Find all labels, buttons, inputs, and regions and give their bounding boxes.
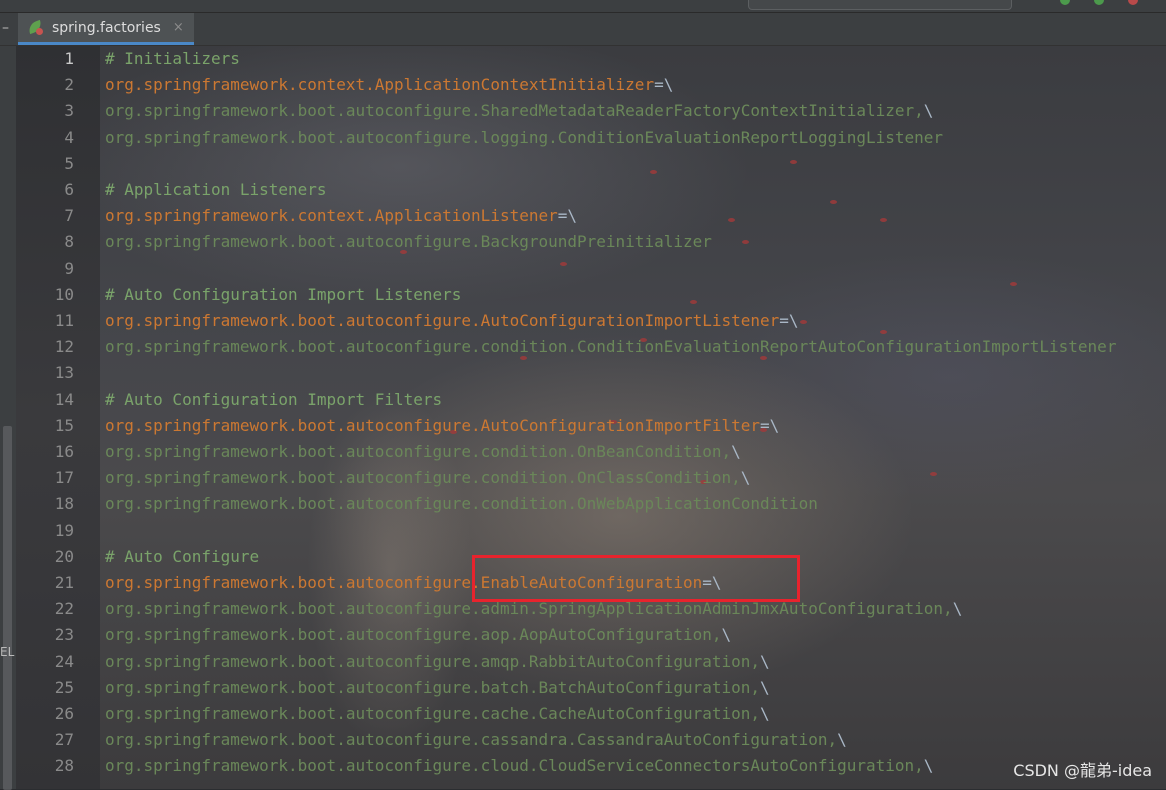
code-text: org.springframework.boot.autoconfigure.a… xyxy=(105,625,732,645)
close-icon[interactable]: × xyxy=(173,20,184,35)
code-line[interactable]: 12 org.springframework.boot.autoconfigure… xyxy=(16,334,1166,360)
line-number: 12 xyxy=(54,337,74,357)
line-number: 9 xyxy=(64,258,74,278)
debug-icon[interactable] xyxy=(1094,0,1104,5)
code-line[interactable]: 6 # Application Listeners xyxy=(16,177,1166,203)
line-number: 28 xyxy=(54,756,74,776)
code-text: org.springframework.boot.autoconfigure.S… xyxy=(105,101,934,121)
side-label: EL xyxy=(0,645,15,659)
editor-tab-bar: – spring.factories × xyxy=(0,13,1166,46)
code-text: org.springframework.boot.autoconfigure.b… xyxy=(105,677,770,697)
top-toolbar xyxy=(0,0,1166,13)
line-number: 5 xyxy=(64,153,74,173)
code-line[interactable]: 26 org.springframework.boot.autoconfigure… xyxy=(16,701,1166,727)
line-number: 2 xyxy=(64,75,74,95)
line-number: 23 xyxy=(54,625,74,645)
code-line[interactable]: 25 org.springframework.boot.autoconfigure… xyxy=(16,675,1166,701)
tab-label: spring.factories xyxy=(52,19,161,36)
code-text: org.springframework.boot.autoconfigure.c… xyxy=(105,442,741,461)
code-text: # Auto Configuration Import Filters xyxy=(105,389,443,409)
code-text: org.springframework.boot.autoconfigure.c… xyxy=(105,494,818,514)
code-text: # Application Listeners xyxy=(105,180,327,199)
watermark: CSDN @龍弟-idea xyxy=(1013,761,1152,780)
line-number: 17 xyxy=(54,468,74,488)
highlight-box xyxy=(472,555,800,602)
line-number: 20 xyxy=(54,546,74,566)
code-line[interactable]: 23 org.springframework.boot.autoconfigure… xyxy=(16,622,1166,648)
line-number: 11 xyxy=(54,311,74,330)
code-line[interactable]: 17 org.springframework.boot.autoconfigure… xyxy=(16,465,1166,491)
code-text: org.springframework.boot.autoconfigure.c… xyxy=(105,468,751,488)
code-line[interactable]: 1 # Initializers xyxy=(16,46,1166,72)
code-line[interactable]: 28 org.springframework.boot.autoconfigure… xyxy=(16,753,1166,779)
code-text: org.springframework.boot.autoconfigure.a… xyxy=(105,651,770,671)
code-text: # Auto Configure xyxy=(105,546,260,566)
code-text: org.springframework.boot.autoconfigure.A… xyxy=(105,311,799,330)
code-line[interactable]: 15 org.springframework.boot.autoconfigure… xyxy=(16,413,1166,439)
code-text: org.springframework.context.ApplicationL… xyxy=(105,206,578,226)
code-text: org.springframework.context.ApplicationC… xyxy=(105,75,674,95)
code-text: org.springframework.boot.autoconfigure.l… xyxy=(105,127,944,147)
code-line[interactable]: 24 org.springframework.boot.autoconfigure… xyxy=(16,649,1166,675)
line-number: 3 xyxy=(64,101,74,121)
code-text: org.springframework.boot.autoconfigure.B… xyxy=(105,232,712,252)
code-line[interactable]: 7 org.springframework.context.Application… xyxy=(16,203,1166,229)
code-text: org.springframework.boot.autoconfigure.c… xyxy=(105,756,934,776)
code-text: org.springframework.boot.autoconfigure.A… xyxy=(105,415,780,435)
side-scrollbar[interactable] xyxy=(3,426,12,790)
code-text: # Auto Configuration Import Listeners xyxy=(105,284,462,304)
stop-icon[interactable] xyxy=(1128,0,1138,5)
code-line[interactable]: 4 org.springframework.boot.autoconfigure.… xyxy=(16,125,1166,151)
run-icon[interactable] xyxy=(1060,0,1070,5)
line-number: 21 xyxy=(54,573,74,592)
line-number: 15 xyxy=(54,415,74,435)
code-line[interactable]: 11 org.springframework.boot.autoconfigure… xyxy=(16,308,1166,334)
minimize-icon[interactable]: – xyxy=(2,20,9,36)
line-number: 18 xyxy=(54,494,74,514)
code-line[interactable]: 10 # Auto Configuration Import Listeners xyxy=(16,282,1166,308)
search-everywhere-field[interactable] xyxy=(748,0,1012,10)
code-line[interactable]: 13 xyxy=(16,360,1166,386)
code-line[interactable]: 19 xyxy=(16,518,1166,544)
code-line[interactable]: 27 org.springframework.boot.autoconfigure… xyxy=(16,727,1166,753)
code-line[interactable]: 9 xyxy=(16,256,1166,282)
code-line[interactable]: 18 org.springframework.boot.autoconfigure… xyxy=(16,491,1166,517)
line-number: 16 xyxy=(54,442,74,461)
line-number: 4 xyxy=(64,127,74,147)
line-number: 22 xyxy=(54,599,74,619)
code-text: org.springframework.boot.autoconfigure.c… xyxy=(105,337,1117,357)
line-number: 19 xyxy=(54,520,74,540)
code-line[interactable]: 16 org.springframework.boot.autoconfigure… xyxy=(16,439,1166,465)
code-line[interactable]: 3 org.springframework.boot.autoconfigure.… xyxy=(16,98,1166,124)
code-line[interactable]: 5 xyxy=(16,151,1166,177)
code-text: org.springframework.boot.autoconfigure.c… xyxy=(105,704,770,723)
line-number: 8 xyxy=(64,232,74,252)
line-number: 14 xyxy=(54,389,74,409)
spring-file-icon xyxy=(26,19,44,35)
line-number: 26 xyxy=(54,704,74,723)
code-line[interactable]: 14 # Auto Configuration Import Filters xyxy=(16,387,1166,413)
line-number: 6 xyxy=(64,180,74,199)
code-text: # Initializers xyxy=(105,49,240,68)
line-number: 25 xyxy=(54,677,74,697)
line-number: 10 xyxy=(54,284,74,304)
code-line[interactable]: 2 org.springframework.context.Application… xyxy=(16,72,1166,98)
line-number: 7 xyxy=(64,206,74,226)
code-line[interactable]: 8 org.springframework.boot.autoconfigure.… xyxy=(16,229,1166,255)
line-number: 13 xyxy=(54,363,74,383)
left-tool-strip: EL xyxy=(0,46,16,790)
line-number: 27 xyxy=(54,730,74,750)
line-number: 1 xyxy=(64,49,74,68)
tab-spring-factories[interactable]: spring.factories × xyxy=(18,13,194,45)
code-text: org.springframework.boot.autoconfigure.c… xyxy=(105,730,847,750)
line-number: 24 xyxy=(54,651,74,671)
